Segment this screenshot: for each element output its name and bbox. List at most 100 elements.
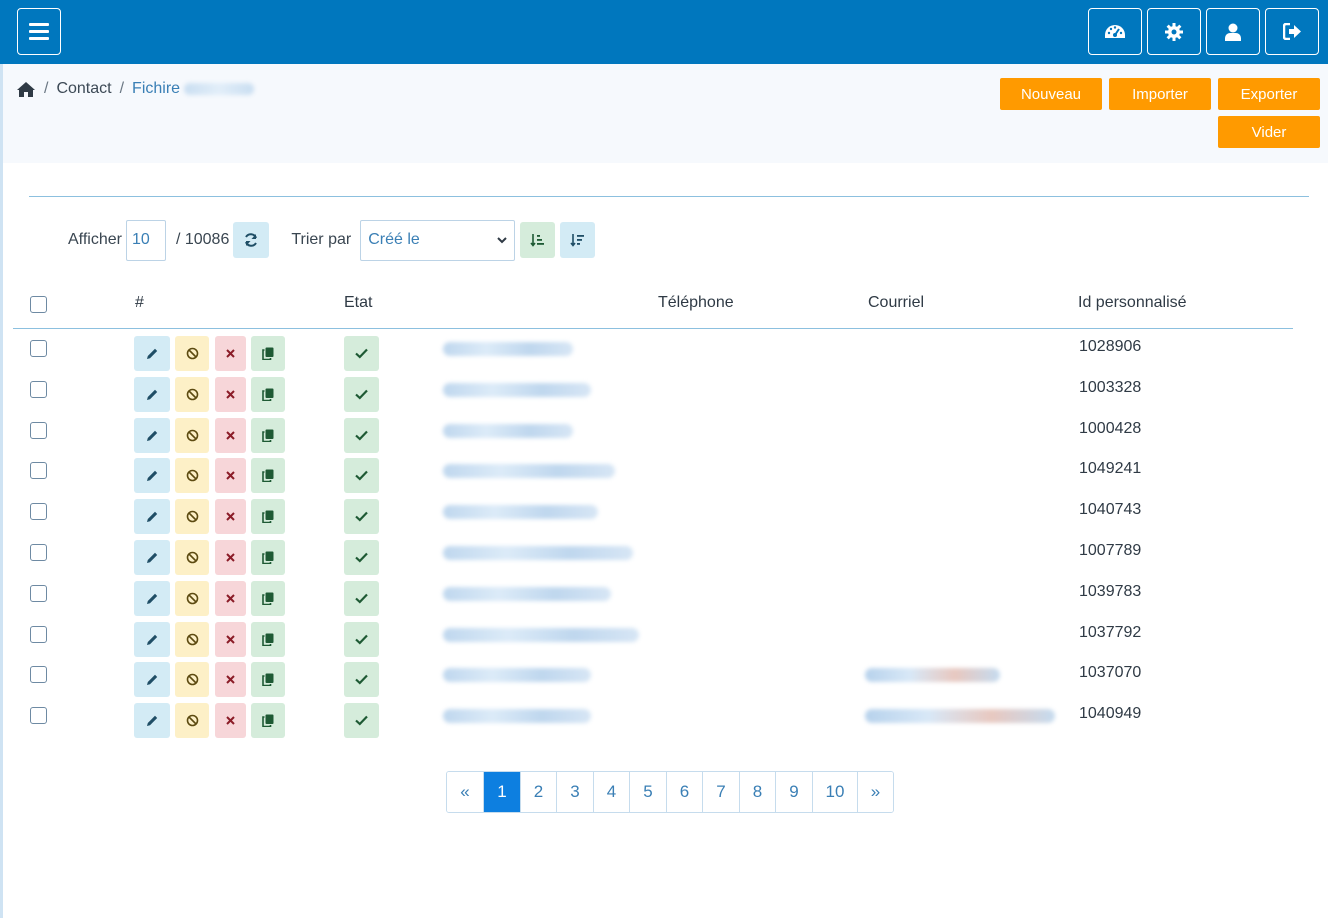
import-button[interactable]: Importer: [1109, 78, 1211, 110]
duplicate-button[interactable]: [251, 458, 285, 494]
edit-button[interactable]: [134, 376, 170, 412]
duplicate-button[interactable]: [251, 703, 285, 739]
row-checkbox[interactable]: [30, 380, 47, 398]
breadcrumb-separator: /: [44, 80, 49, 97]
page-8[interactable]: 8: [740, 772, 776, 812]
page-prev[interactable]: «: [447, 772, 484, 812]
duplicate-button[interactable]: [251, 580, 285, 616]
delete-button[interactable]: [215, 458, 246, 494]
state-active-button[interactable]: [344, 336, 379, 371]
redacted-phone: [443, 668, 591, 683]
refresh-button[interactable]: [233, 222, 270, 258]
logout-icon: [1282, 23, 1301, 40]
row-checkbox[interactable]: [30, 544, 47, 561]
new-button[interactable]: Nouveau: [1000, 78, 1102, 110]
page-7[interactable]: 7: [703, 772, 740, 812]
block-button[interactable]: [175, 376, 209, 412]
block-button[interactable]: [175, 499, 209, 535]
edit-button[interactable]: [134, 703, 170, 739]
state-active-button[interactable]: [344, 417, 379, 453]
state-active-button[interactable]: [344, 580, 379, 616]
delete-button[interactable]: [215, 621, 246, 657]
row-checkbox[interactable]: [30, 340, 47, 357]
per-page-input[interactable]: [125, 219, 166, 261]
redacted-email: [865, 709, 1055, 724]
block-button[interactable]: [175, 540, 209, 575]
delete-button[interactable]: [215, 580, 246, 616]
dashboard-button[interactable]: [1088, 8, 1142, 55]
row-checkbox[interactable]: [30, 584, 47, 602]
edit-button[interactable]: [134, 458, 170, 494]
page-5[interactable]: 5: [630, 772, 667, 812]
edit-button[interactable]: [134, 580, 170, 616]
page-1[interactable]: 1: [484, 772, 521, 812]
sort-selected-value: Créé le: [368, 231, 420, 248]
sort-select[interactable]: Créé le: [360, 219, 516, 261]
header-email[interactable]: Courriel: [868, 294, 924, 312]
edit-button[interactable]: [134, 621, 170, 657]
row-checkbox[interactable]: [30, 666, 47, 684]
page-10[interactable]: 10: [813, 772, 858, 812]
block-button[interactable]: [175, 662, 209, 698]
logout-button[interactable]: [1265, 8, 1319, 55]
duplicate-button[interactable]: [251, 417, 285, 453]
duplicate-button[interactable]: [251, 499, 285, 535]
state-active-button[interactable]: [344, 499, 379, 535]
delete-button[interactable]: [215, 376, 246, 412]
page-6[interactable]: 6: [667, 772, 703, 812]
block-button[interactable]: [175, 703, 209, 739]
delete-button[interactable]: [215, 499, 246, 535]
duplicate-button[interactable]: [251, 621, 285, 657]
row-checkbox[interactable]: [30, 625, 47, 643]
export-button[interactable]: Exporter: [1218, 78, 1320, 110]
edit-button[interactable]: [134, 662, 170, 698]
page-2[interactable]: 2: [521, 772, 557, 812]
edit-button[interactable]: [134, 336, 170, 371]
row-checkbox[interactable]: [30, 421, 47, 439]
edit-button[interactable]: [134, 499, 170, 535]
state-active-button[interactable]: [344, 376, 379, 412]
settings-button[interactable]: [1147, 8, 1201, 55]
duplicate-button[interactable]: [251, 540, 285, 575]
select-all-checkbox[interactable]: [30, 296, 47, 313]
delete-button[interactable]: [215, 703, 246, 739]
delete-button[interactable]: [215, 417, 246, 453]
row-checkbox[interactable]: [30, 707, 47, 725]
delete-button[interactable]: [215, 336, 246, 371]
page-4[interactable]: 4: [594, 772, 630, 812]
custom-id: 1007789: [1079, 542, 1142, 559]
page-3[interactable]: 3: [557, 772, 594, 812]
sort-descending-button[interactable]: [560, 222, 596, 258]
row-checkbox[interactable]: [30, 503, 47, 521]
page-next[interactable]: »: [858, 772, 893, 812]
pencil-icon: [146, 348, 157, 359]
state-active-button[interactable]: [344, 458, 379, 494]
block-button[interactable]: [175, 621, 209, 657]
duplicate-button[interactable]: [251, 662, 285, 698]
block-button[interactable]: [175, 417, 209, 453]
menu-toggle-button[interactable]: [17, 8, 61, 55]
delete-button[interactable]: [215, 540, 246, 575]
header-custom-id[interactable]: Id personnalisé: [1078, 294, 1187, 312]
state-active-button[interactable]: [344, 540, 379, 575]
block-button[interactable]: [175, 458, 209, 494]
header-state[interactable]: Etat: [344, 294, 372, 312]
block-button[interactable]: [175, 580, 209, 616]
home-icon[interactable]: [16, 81, 36, 98]
duplicate-button[interactable]: [251, 376, 285, 412]
state-active-button[interactable]: [344, 621, 379, 657]
edit-button[interactable]: [134, 540, 170, 575]
header-phone[interactable]: Téléphone: [658, 294, 734, 312]
duplicate-button[interactable]: [251, 336, 285, 371]
delete-button[interactable]: [215, 662, 246, 698]
page-9[interactable]: 9: [776, 772, 813, 812]
state-active-button[interactable]: [344, 662, 379, 698]
profile-button[interactable]: [1206, 8, 1260, 55]
breadcrumb-contact[interactable]: Contact: [56, 80, 111, 98]
state-active-button[interactable]: [344, 703, 379, 739]
sort-ascending-button[interactable]: [520, 222, 556, 258]
clear-button[interactable]: Vider: [1218, 116, 1320, 148]
block-button[interactable]: [175, 336, 209, 371]
row-checkbox[interactable]: [30, 462, 47, 480]
edit-button[interactable]: [134, 417, 170, 453]
